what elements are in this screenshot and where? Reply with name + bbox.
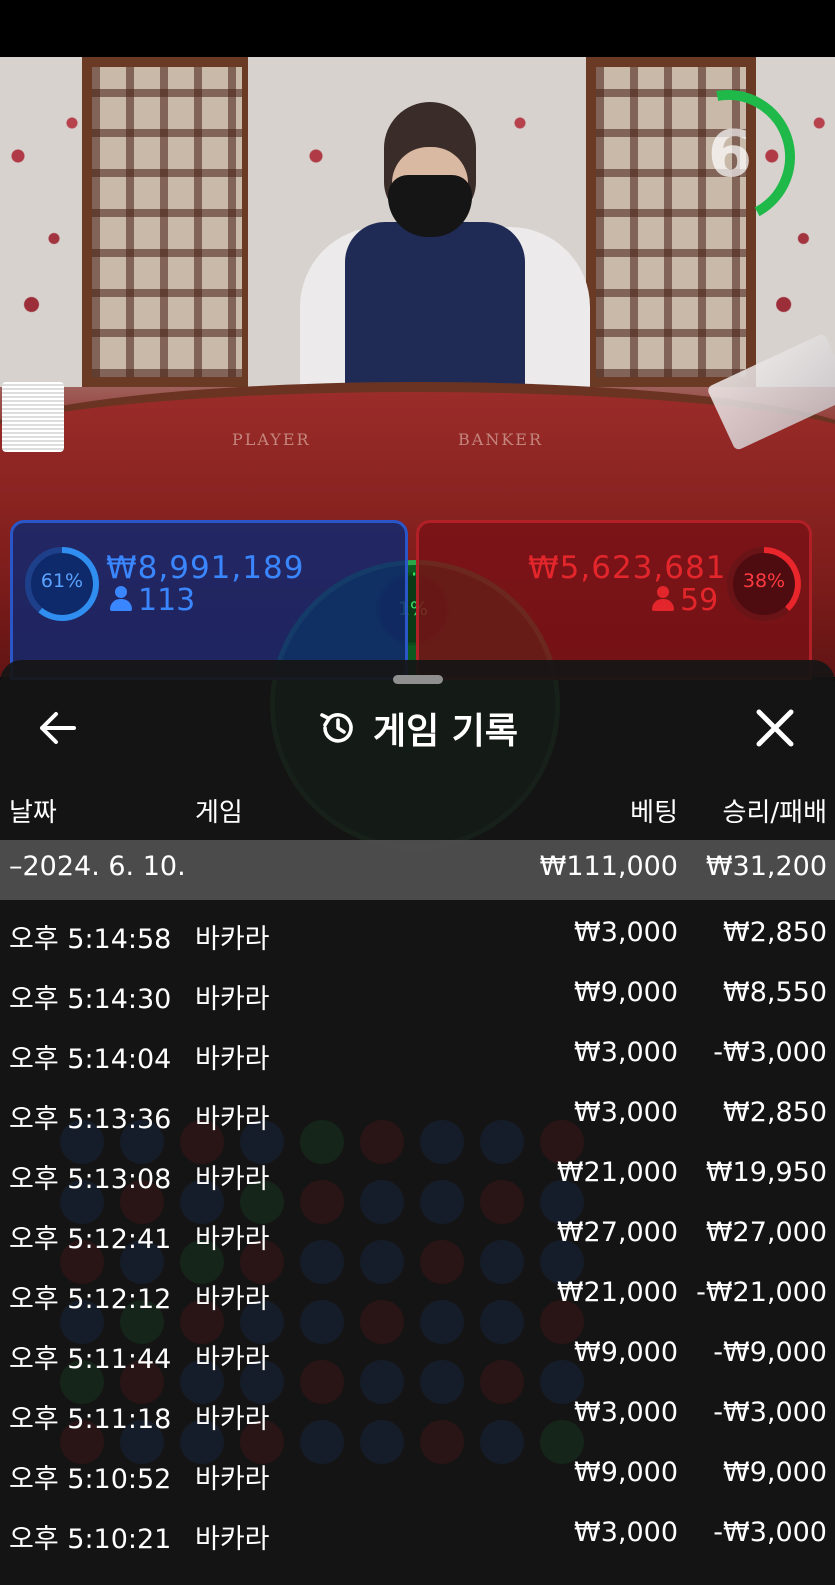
row-time: 오후 5:12:41	[9, 1224, 172, 1255]
lattice-screen	[82, 57, 252, 387]
row-result: ₩2,850	[723, 1097, 827, 1128]
date-group-label: –2024. 6. 10.	[9, 851, 186, 882]
row-bet: ₩21,000	[556, 1277, 678, 1308]
banker-bet-amount: ₩5,623,681	[528, 550, 727, 586]
player-bet-amount: ₩8,991,189	[106, 550, 305, 586]
history-column-headers: 날짜 게임 베팅 승리/패배	[0, 788, 835, 828]
column-header-date: 날짜	[9, 798, 57, 828]
row-result: ₩8,550	[723, 977, 827, 1008]
blossom-backdrop	[0, 57, 90, 387]
row-time: 오후 5:10:21	[9, 1524, 172, 1555]
row-game: 바카라	[195, 1164, 270, 1195]
row-game: 바카라	[195, 1464, 270, 1495]
person-icon	[652, 586, 674, 612]
row-bet: ₩3,000	[574, 1037, 678, 1068]
sheet-drag-handle[interactable]	[393, 675, 443, 684]
history-row[interactable]: 오후 5:11:18 바카라 ₩3,000 -₩3,000	[0, 1385, 835, 1445]
row-result: -₩3,000	[713, 1517, 827, 1548]
close-button[interactable]	[747, 702, 803, 754]
row-bet: ₩9,000	[574, 1457, 678, 1488]
row-game: 바카라	[195, 1044, 270, 1075]
row-time: 오후 5:13:36	[9, 1104, 172, 1135]
row-game: 바카라	[195, 984, 270, 1015]
player-count: 113	[110, 583, 195, 618]
row-bet: ₩3,000	[574, 1517, 678, 1548]
table-label-banker: BANKER	[458, 430, 543, 449]
row-game: 바카라	[195, 1524, 270, 1555]
sheet-header: 게임 기록	[0, 700, 835, 756]
row-bet: ₩3,000	[574, 1397, 678, 1428]
history-row[interactable]: 오후 5:10:52 바카라 ₩9,000 ₩9,000	[0, 1445, 835, 1505]
row-time: 오후 5:10:52	[9, 1464, 172, 1495]
history-row[interactable]: 오후 5:14:58 바카라 ₩3,000 ₩2,850	[0, 905, 835, 965]
banker-percent: 38%	[742, 570, 786, 592]
row-time: 오후 5:14:30	[9, 984, 172, 1015]
row-time: 오후 5:12:12	[9, 1284, 172, 1315]
row-game: 바카라	[195, 1404, 270, 1435]
row-time: 오후 5:14:04	[9, 1044, 172, 1075]
table-label-player: PLAYER	[232, 430, 311, 449]
sheet-title: 게임 기록	[372, 711, 518, 752]
row-bet: ₩3,000	[574, 917, 678, 948]
column-header-game: 게임	[195, 798, 243, 828]
banker-count: 59	[652, 583, 718, 618]
row-game: 바카라	[195, 1284, 270, 1315]
player-percent: 61%	[40, 570, 84, 592]
history-row[interactable]: 오후 5:11:44 바카라 ₩9,000 -₩9,000	[0, 1325, 835, 1385]
row-result: ₩9,000	[723, 1457, 827, 1488]
row-time: 오후 5:11:18	[9, 1404, 172, 1435]
row-game: 바카라	[195, 1224, 270, 1255]
row-result: -₩3,000	[713, 1037, 827, 1068]
row-bet: ₩9,000	[574, 977, 678, 1008]
row-bet: ₩9,000	[574, 1337, 678, 1368]
row-bet: ₩27,000	[556, 1217, 678, 1248]
history-row[interactable]: 오후 5:12:12 바카라 ₩21,000 -₩21,000	[0, 1265, 835, 1325]
history-row[interactable]: 오후 5:14:30 바카라 ₩9,000 ₩8,550	[0, 965, 835, 1025]
history-row[interactable]: 오후 5:14:04 바카라 ₩3,000 -₩3,000	[0, 1025, 835, 1085]
countdown-number: 6	[707, 118, 753, 192]
row-game: 바카라	[195, 1104, 270, 1135]
game-screen: PLAYER BANKER 6 1% 61% ₩8,991,189 113 38…	[0, 0, 835, 1585]
row-result: -₩21,000	[696, 1277, 827, 1308]
date-group-total-bet: ₩111,000	[539, 851, 678, 882]
row-game: 바카라	[195, 924, 270, 955]
row-bet: ₩21,000	[556, 1157, 678, 1188]
person-icon	[110, 586, 132, 612]
row-bet: ₩3,000	[574, 1097, 678, 1128]
row-time: 오후 5:13:08	[9, 1164, 172, 1195]
history-row[interactable]: 오후 5:13:36 바카라 ₩3,000 ₩2,850	[0, 1085, 835, 1145]
player-count-value: 113	[138, 583, 196, 618]
history-icon	[320, 713, 353, 743]
date-group-total-result: ₩31,200	[705, 851, 827, 882]
row-time: 오후 5:11:44	[9, 1344, 172, 1375]
history-row[interactable]: 오후 5:12:41 바카라 ₩27,000 ₩27,000	[0, 1205, 835, 1265]
row-time: 오후 5:14:58	[9, 924, 172, 955]
date-group-row[interactable]: –2024. 6. 10. ₩111,000 ₩31,200	[0, 840, 835, 900]
row-result: -₩3,000	[713, 1397, 827, 1428]
row-result: -₩9,000	[713, 1337, 827, 1368]
column-header-result: 승리/패배	[722, 798, 827, 828]
card-stack	[2, 382, 64, 452]
row-result: ₩2,850	[723, 917, 827, 948]
history-row[interactable]: 오후 5:10:21 바카라 ₩3,000 -₩3,000	[0, 1505, 835, 1565]
history-row[interactable]: 오후 5:13:08 바카라 ₩21,000 ₩19,950	[0, 1145, 835, 1205]
row-game: 바카라	[195, 1344, 270, 1375]
column-header-bet: 베팅	[630, 798, 678, 828]
row-result: ₩19,950	[705, 1157, 827, 1188]
game-history-sheet: 게임 기록 날짜 게임 베팅 승리/패배 –2024. 6. 10. ₩111,…	[0, 660, 835, 1585]
row-result: ₩27,000	[705, 1217, 827, 1248]
close-icon	[756, 709, 794, 747]
banker-count-value: 59	[680, 583, 719, 618]
